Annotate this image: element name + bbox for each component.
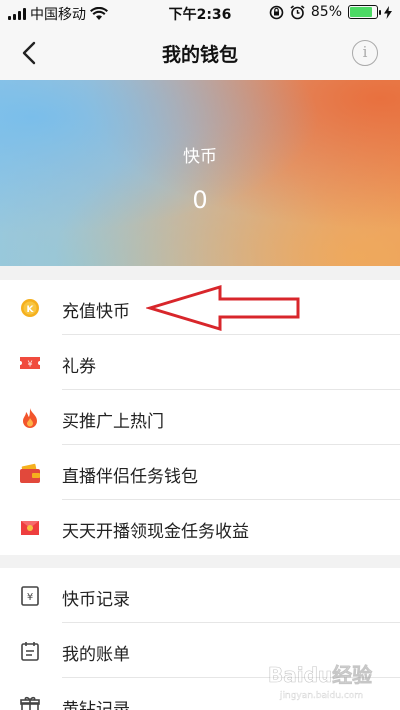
menu-item-label: 快币记录	[62, 590, 130, 610]
section-gap	[0, 555, 400, 568]
balance-value: 0	[192, 186, 208, 214]
wallet-icon	[20, 463, 40, 483]
gift-icon	[20, 696, 40, 710]
coupon-icon: ¥	[20, 357, 40, 369]
menu-item-label: 礼券	[62, 357, 96, 377]
alarm-icon	[290, 4, 305, 19]
section-gap	[0, 266, 400, 280]
svg-text:Baidu经验: Baidu经验	[268, 663, 372, 687]
coin-icon: K	[21, 299, 39, 317]
menu-item-promote[interactable]: 买推广上热门	[0, 390, 400, 445]
nav-bar: 我的钱包 i	[0, 26, 400, 80]
menu-item-label: 黄钻记录	[62, 700, 130, 710]
annotation-arrow-icon	[146, 284, 300, 332]
svg-text:jingyan.baidu.com: jingyan.baidu.com	[279, 691, 363, 701]
menu-item-daily-live-reward[interactable]: 天天开播领现金任务收益	[0, 500, 400, 555]
info-icon[interactable]: i	[352, 40, 378, 66]
baidu-jingyan-watermark: Baidu经验 jingyan.baidu.com	[268, 663, 373, 701]
menu-item-coupon[interactable]: ¥ 礼券	[0, 335, 400, 390]
menu-item-label: 天天开播领现金任务收益	[62, 522, 249, 542]
battery-percent: 85%	[310, 4, 342, 20]
menu-item-coin-records[interactable]: ¥ 快币记录	[0, 568, 400, 623]
svg-text:¥: ¥	[27, 360, 32, 369]
balance-label: 快币	[183, 147, 217, 167]
calendar-bill-icon	[21, 642, 39, 661]
yen-record-icon: ¥	[21, 586, 39, 606]
status-indicators: 85%	[269, 4, 392, 20]
menu-item-live-wallet[interactable]: 直播伴侣任务钱包	[0, 445, 400, 500]
fire-icon	[23, 408, 37, 428]
page-title: 我的钱包	[161, 44, 238, 66]
balance-card: 快币 0	[0, 80, 400, 266]
menu-item-label: 直播伴侣任务钱包	[62, 467, 198, 487]
menu-item-label: 买推广上热门	[62, 412, 164, 432]
red-envelope-icon	[21, 521, 39, 535]
menu-item-label: 我的账单	[62, 645, 130, 665]
battery-icon	[348, 5, 381, 19]
status-bar: 中国移动 下午2:36 85%	[0, 0, 400, 26]
menu-item-label: 充值快币	[62, 302, 130, 322]
charging-bolt-icon	[384, 5, 392, 19]
rotation-lock-icon	[269, 5, 284, 19]
svg-text:K: K	[27, 305, 35, 315]
svg-text:¥: ¥	[27, 592, 33, 603]
